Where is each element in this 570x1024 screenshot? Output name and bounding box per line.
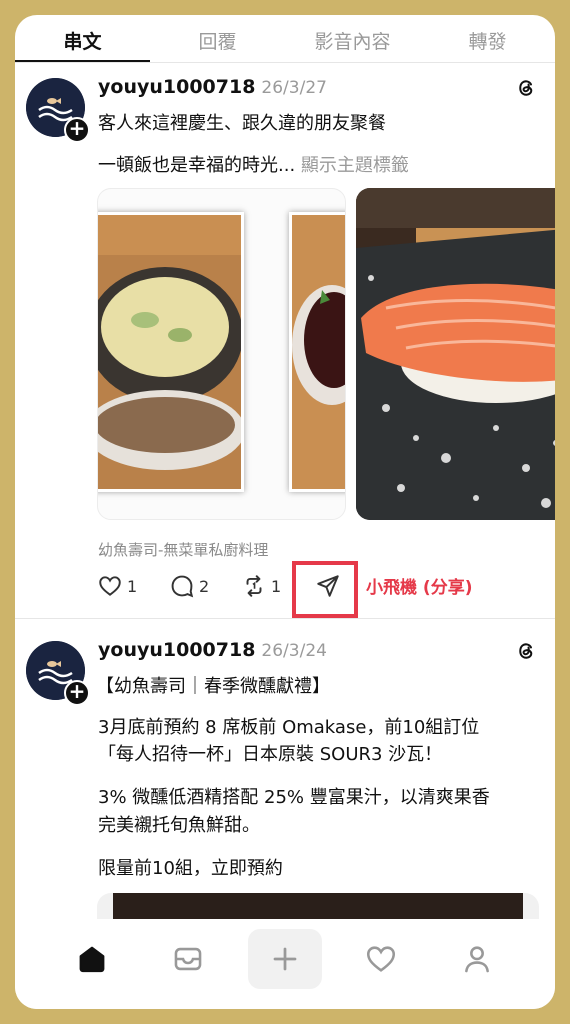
tab-media[interactable]: 影音內容 xyxy=(285,15,420,62)
nav-activity[interactable] xyxy=(351,937,411,981)
threads-logo-icon[interactable] xyxy=(514,76,538,100)
post-text-line-2: 一頓飯也是幸福的時光... 顯示主題標籤 xyxy=(98,151,409,177)
nav-profile[interactable] xyxy=(447,937,507,981)
tab-replies[interactable]: 回覆 xyxy=(150,15,285,62)
like-count: 1 xyxy=(127,576,138,596)
post-text-line-4: 3% 微醺低酒精搭配 25% 豐富果汁，以清爽果香 xyxy=(98,787,490,808)
repost-count: 1 xyxy=(271,576,282,596)
profile-icon xyxy=(465,946,489,973)
threads-logo-icon[interactable] xyxy=(514,639,538,663)
username-text: youyu1000718 xyxy=(98,76,256,98)
show-hashtags-link[interactable]: 顯示主題標籤 xyxy=(301,155,409,176)
tab-threads[interactable]: 串文 xyxy=(15,15,150,62)
bottom-nav xyxy=(15,919,555,1009)
sushi-photo[interactable] xyxy=(356,188,555,520)
like-button[interactable]: 1 xyxy=(97,573,137,599)
share-highlight-box xyxy=(292,561,358,618)
post-text-line-5: 完美襯托旬魚鮮甜。 xyxy=(98,815,260,836)
dessert-photo xyxy=(289,212,345,492)
tab-reposts[interactable]: 轉發 xyxy=(420,15,555,62)
post-date: 26/3/24 xyxy=(261,641,327,661)
profile-tabs: 串文 回覆 影音內容 轉發 xyxy=(15,15,555,63)
reply-button[interactable]: 2 xyxy=(169,573,209,599)
post-text-line-1: 客人來這裡慶生、跟久違的朋友聚餐 xyxy=(98,113,386,134)
nav-create[interactable] xyxy=(248,929,322,989)
share-annotation: 小飛機 (分享) xyxy=(366,578,473,598)
plus-icon xyxy=(273,947,297,971)
post-text-line-3: 「每人招待一杯」日本原裝 SOUR3 沙瓦！ xyxy=(98,744,443,765)
inbox-icon xyxy=(174,947,202,971)
home-icon xyxy=(79,946,105,973)
follow-plus-icon[interactable]: + xyxy=(64,680,90,706)
photo-collage-card[interactable] xyxy=(97,188,346,520)
username[interactable]: youyu1000718 26/3/24 xyxy=(98,639,327,661)
heart-icon xyxy=(99,576,121,596)
username[interactable]: youyu1000718 26/3/27 xyxy=(98,76,327,98)
location-tag[interactable]: 幼魚壽司-無菜單私廚料理 xyxy=(98,539,268,560)
image-carousel[interactable] xyxy=(97,188,555,520)
app-window: 串文 回覆 影音內容 轉發 + youyu1000718 26/3/27 客人來這… xyxy=(15,15,555,1009)
username-text: youyu1000718 xyxy=(98,639,256,661)
repost-icon xyxy=(246,575,262,597)
post-divider xyxy=(15,618,555,619)
comment-icon xyxy=(171,575,194,598)
nav-home[interactable] xyxy=(62,937,122,981)
repost-button[interactable]: 1 xyxy=(241,573,281,599)
post-text-line-1: 【幼魚壽司｜春季微醺獻禮】 xyxy=(96,676,330,697)
soup-photo xyxy=(98,212,245,492)
nav-inbox[interactable] xyxy=(158,937,218,981)
post-text-line-2-text: 一頓飯也是幸福的時光... xyxy=(98,155,296,176)
follow-plus-icon[interactable]: + xyxy=(64,117,90,143)
post-text-line-6: 限量前10組，立即預約 xyxy=(98,858,283,879)
reply-count: 2 xyxy=(199,576,210,596)
post-date: 26/3/27 xyxy=(261,78,327,98)
heart-icon xyxy=(366,946,396,972)
post-text-line-2: 3月底前預約 8 席板前 Omakase，前10組訂位 xyxy=(98,717,480,738)
